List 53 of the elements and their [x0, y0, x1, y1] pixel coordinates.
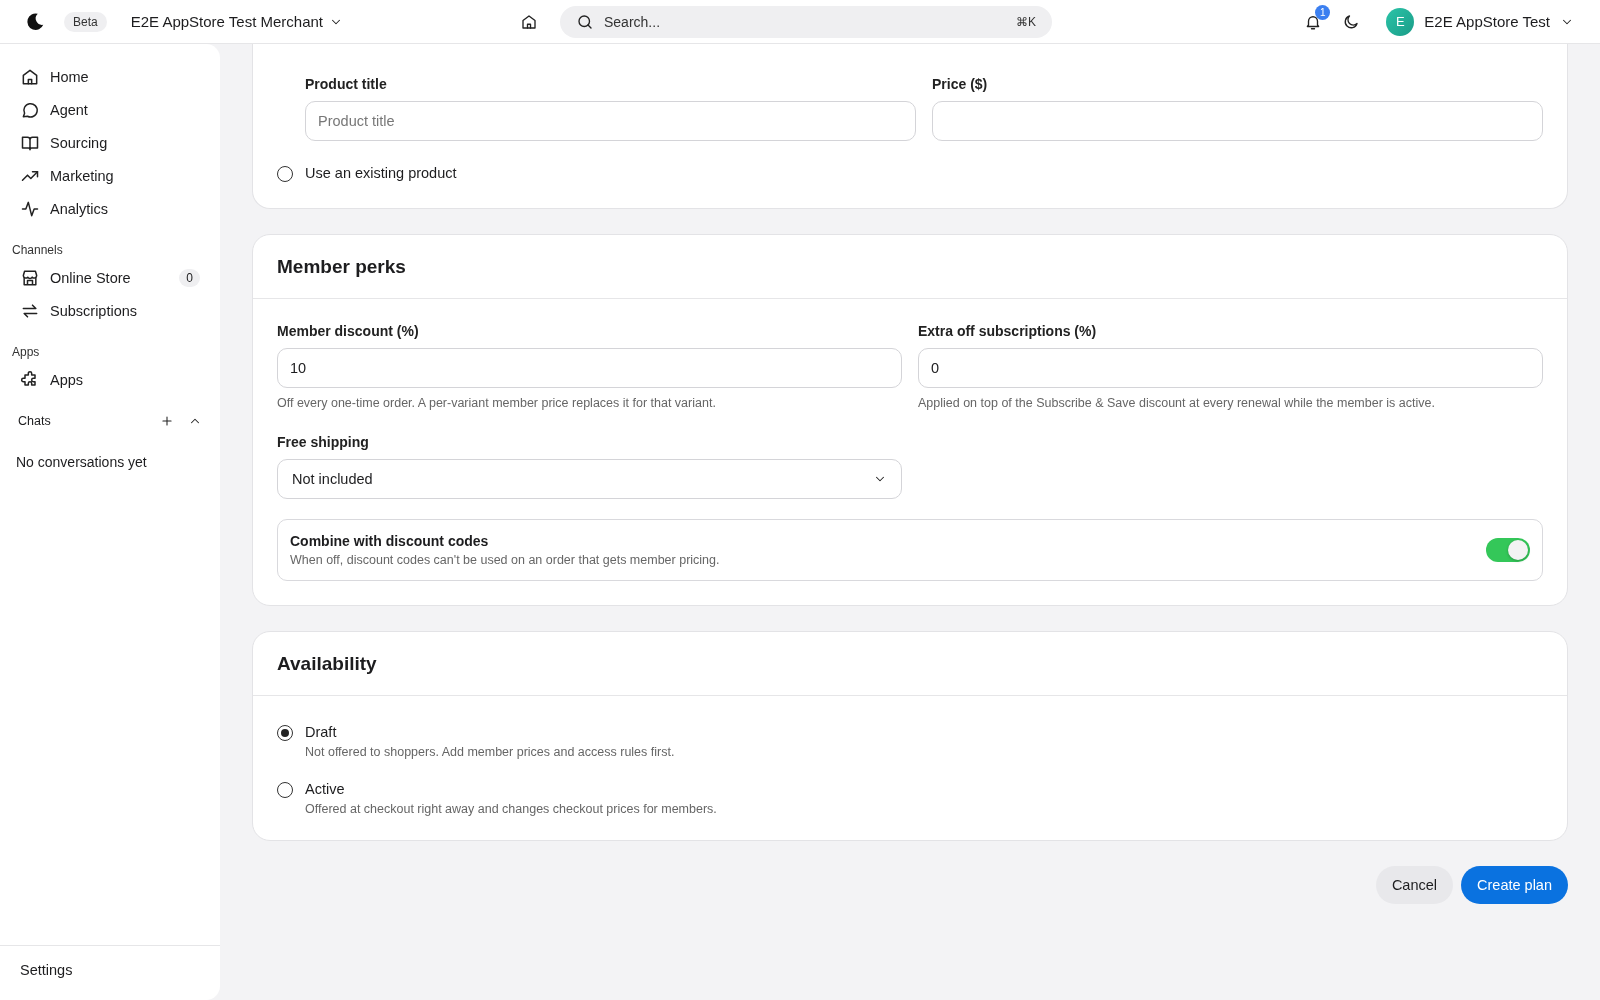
- empty-message: No conversations yet: [15, 453, 148, 472]
- sidebar-item[interactable]: Analytics: [0, 192, 220, 225]
- help-text: Applied on top of the Subscribe & Save discount at every renewal while the member is active.: [918, 396, 1436, 410]
- plus-icon: [160, 414, 174, 428]
- radio-label[interactable]: Draft: [305, 724, 675, 740]
- field-label: Member discount (%): [277, 323, 420, 339]
- avatar: E: [1386, 7, 1415, 36]
- radio-button[interactable]: [277, 725, 293, 741]
- moon-icon: [1342, 12, 1361, 31]
- field-label: Product title: [305, 76, 388, 92]
- sidebar-item[interactable]: Marketing: [0, 159, 220, 192]
- user-menu[interactable]: E E2E AppStore Test: [1380, 6, 1580, 37]
- cancel-button[interactable]: Cancel: [1375, 866, 1454, 904]
- field-label: Extra off subscriptions (%): [918, 323, 1098, 339]
- add-button[interactable]: [160, 414, 174, 428]
- option-description: Offered at checkout right away and changes checkout prices for members.: [305, 802, 717, 816]
- option-description: Not offered to shoppers. Add member prices and access rules first.: [305, 745, 675, 759]
- input-field[interactable]: Product title: [305, 101, 916, 141]
- select-field[interactable]: Not included: [277, 459, 902, 499]
- section-heading: Channels: [11, 242, 64, 259]
- help-text: Off every one-time order. A per-variant member price replaces it for that variant.: [277, 396, 717, 410]
- field-label: Free shipping: [277, 434, 370, 450]
- radio-button[interactable]: [277, 782, 293, 798]
- notification-count: 1: [1315, 4, 1331, 20]
- shortcut-hint: ⌘K: [1016, 14, 1036, 29]
- sidebar-item[interactable]: Online Store 0: [0, 261, 220, 294]
- settings-link[interactable]: Settings: [0, 945, 220, 1000]
- setting-description: When off, discount codes can't be used on an order that gets member pricing.: [290, 553, 720, 567]
- section-heading: Apps: [11, 344, 41, 361]
- field-label: Price ($): [932, 76, 989, 92]
- toggle-switch[interactable]: [1486, 538, 1530, 562]
- input-field[interactable]: 10: [277, 348, 902, 388]
- radio-label[interactable]: Active: [305, 781, 717, 797]
- radio-label[interactable]: Use an existing product: [305, 165, 457, 181]
- create-button[interactable]: Create plan: [1461, 866, 1568, 904]
- search-icon: [576, 12, 594, 31]
- moon-logo-icon: [24, 10, 46, 33]
- sidebar-item[interactable]: Agent: [0, 93, 220, 126]
- sidebar-item[interactable]: Sourcing: [0, 126, 220, 159]
- card-title: Member perks: [253, 235, 1567, 299]
- sidebar-item[interactable]: Apps: [0, 363, 220, 396]
- section-heading: Chats: [18, 414, 52, 428]
- beta-badge: Beta: [64, 11, 107, 32]
- input-field[interactable]: [932, 101, 1543, 141]
- input-field[interactable]: 0: [918, 348, 1543, 388]
- card-title: Availability: [253, 632, 1567, 696]
- sidebar-item[interactable]: Home: [0, 60, 220, 93]
- theme-toggle[interactable]: [1342, 12, 1361, 31]
- count-badge: 0: [179, 268, 200, 287]
- setting-title: Combine with discount codes: [290, 533, 490, 549]
- merchant-switcher[interactable]: E2E AppStore Test Merchant: [124, 12, 350, 31]
- sidebar-item[interactable]: Subscriptions: [0, 294, 220, 327]
- radio-button[interactable]: [277, 166, 293, 182]
